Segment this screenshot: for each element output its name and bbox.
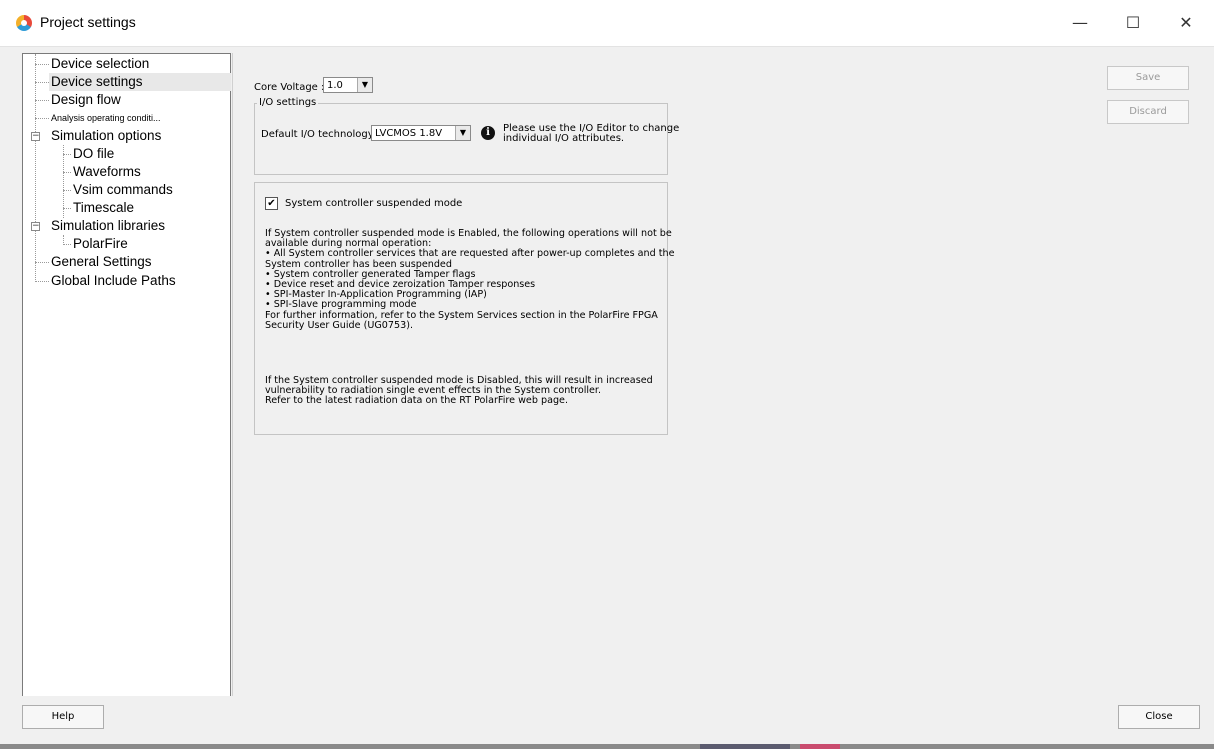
tree-item-global-include-paths[interactable]: Global Include Paths — [51, 272, 176, 290]
io-technology-value: LVCMOS 1.8V — [375, 128, 443, 139]
tree-item-waveforms[interactable]: Waveforms — [73, 163, 141, 181]
tree-item-vsim-commands[interactable]: Vsim commands — [73, 181, 173, 199]
system-controller-suspended-checkbox[interactable]: ✔ — [265, 197, 278, 210]
tree-branch — [35, 118, 49, 119]
tree-branch — [63, 208, 71, 209]
description-line: Security User Guide (UG0753). — [265, 319, 413, 331]
info-icon: i — [481, 126, 495, 140]
tree-branch — [35, 281, 49, 282]
tree-item-timescale[interactable]: Timescale — [73, 199, 134, 217]
tree-item-simulation-options[interactable]: Simulation options — [51, 127, 161, 145]
taskbar-segment — [800, 744, 840, 749]
tree-item-polarfire[interactable]: PolarFire — [73, 235, 128, 253]
tree-branch — [35, 64, 49, 65]
taskbar-edge — [0, 744, 1214, 749]
tree-item-simulation-libraries[interactable]: Simulation libraries — [51, 217, 165, 235]
suspended-mode-description: If System controller suspended mode is E… — [265, 228, 674, 331]
tree-item-do-file[interactable]: DO file — [73, 145, 114, 163]
tree-branch — [63, 154, 71, 155]
disabled-mode-description: If the System controller suspended mode … — [265, 375, 653, 407]
close-button[interactable]: Close — [1118, 705, 1200, 729]
discard-button[interactable]: Discard — [1107, 100, 1189, 124]
tree-item-design-flow[interactable]: Design flow — [51, 91, 121, 109]
collapse-icon[interactable]: − — [31, 132, 40, 141]
taskbar-segment — [700, 744, 790, 749]
help-button[interactable]: Help — [22, 705, 104, 729]
dialog-footer: Help Close — [0, 696, 1214, 749]
core-voltage-select[interactable]: 1.0 ▼ — [323, 77, 373, 93]
tree-branch — [35, 262, 49, 263]
device-settings-panel: Core Voltage : 1.0 ▼ I/O settings Defaul… — [232, 53, 1205, 696]
chevron-down-icon: ▼ — [455, 126, 470, 140]
system-controller-group: ✔ System controller suspended mode If Sy… — [254, 182, 674, 435]
io-technology-select[interactable]: LVCMOS 1.8V ▼ — [371, 125, 471, 141]
tree-item-analysis-operating-conditions[interactable]: Analysis operating conditi... — [51, 109, 161, 127]
collapse-icon[interactable]: − — [31, 222, 40, 231]
save-button[interactable]: Save — [1107, 66, 1189, 90]
tree-branch — [63, 244, 71, 245]
tree-item-general-settings[interactable]: General Settings — [51, 253, 152, 271]
window-title: Project settings — [40, 14, 136, 30]
io-settings-title: I/O settings — [257, 97, 319, 108]
tree-guide-line — [35, 54, 36, 282]
app-logo-icon — [16, 15, 32, 31]
tree-item-device-settings[interactable]: Device settings — [49, 73, 231, 91]
tree-branch — [63, 190, 71, 191]
core-voltage-label: Core Voltage : — [254, 82, 325, 93]
chevron-down-icon: ▼ — [357, 78, 372, 92]
core-voltage-value: 1.0 — [327, 80, 343, 91]
close-window-button[interactable]: ✕ — [1164, 8, 1208, 38]
tree-branch — [35, 82, 49, 83]
title-bar: Project settings — ☐ ✕ — [0, 0, 1214, 47]
tree-item-device-selection[interactable]: Device selection — [51, 55, 149, 73]
settings-tree[interactable]: Device selection Device settings Design … — [22, 53, 231, 706]
tree-branch — [35, 100, 49, 101]
io-editor-note-line2: individual I/O attributes. — [503, 133, 625, 144]
minimize-button[interactable]: — — [1058, 8, 1102, 38]
default-io-technology-label: Default I/O technology: — [261, 129, 377, 140]
description-line: Refer to the latest radiation data on th… — [265, 395, 568, 407]
tree-branch — [63, 172, 71, 173]
io-settings-group: I/O settings Default I/O technology: LVC… — [254, 97, 679, 175]
maximize-button[interactable]: ☐ — [1111, 8, 1155, 38]
system-controller-suspended-label: System controller suspended mode — [285, 198, 463, 209]
